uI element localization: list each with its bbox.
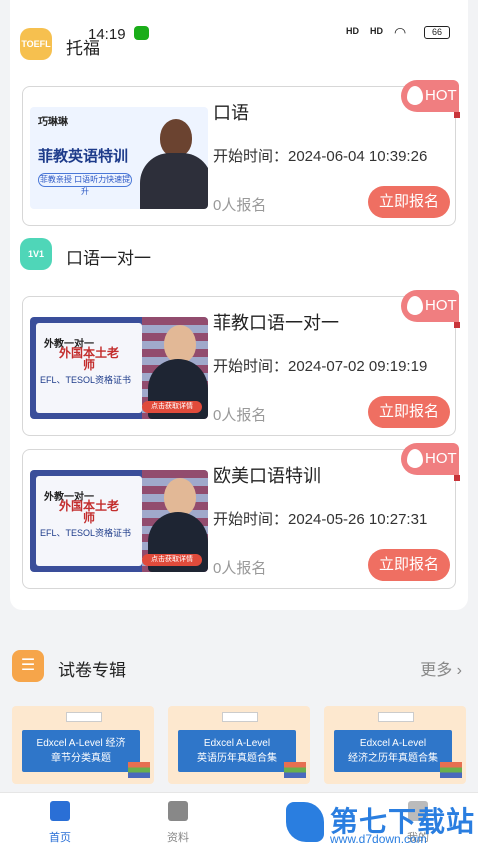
watermark-url: www.d7down.com: [330, 832, 427, 846]
hot-badge: HOT: [401, 290, 460, 328]
promo-line: EFL、TESOL资格证书: [40, 528, 132, 538]
thumbnail-tagline: 菲教亲授 口语听力快速提升: [38, 173, 132, 196]
document-icon: ☰: [12, 650, 44, 682]
tab-materials[interactable]: 资料: [148, 801, 208, 845]
oneonone-badge-icon: 1V1: [20, 238, 52, 270]
section-title: 试卷专辑: [58, 661, 126, 680]
exam-card[interactable]: Edxcel A-Level 经济 章节分类真题: [12, 706, 154, 784]
books-icon: [440, 762, 462, 778]
enroll-count: 0人报名: [213, 197, 267, 214]
promo-panel: 外教一对一 外国本土老师 EFL、TESOL资格证书: [36, 323, 142, 413]
enroll-count: 0人报名: [213, 407, 267, 424]
section-header-toefl[interactable]: TOEFL 托福: [20, 28, 460, 60]
promo-cta: 点击获取详情: [142, 401, 202, 413]
course-thumbnail: 巧琳琳 菲教英语特训 菲教亲授 口语听力快速提升: [30, 107, 208, 209]
course-thumbnail: 外教一对一 外国本土老师 EFL、TESOL资格证书 点击获取详情: [30, 317, 208, 419]
course-thumbnail: 外教一对一 外国本土老师 EFL、TESOL资格证书 点击获取详情: [30, 470, 208, 572]
brand-logo: 巧琳琳: [38, 117, 68, 128]
books-icon: [284, 762, 306, 778]
enroll-count: 0人报名: [213, 560, 267, 577]
enroll-button[interactable]: 立即报名: [368, 186, 450, 218]
teacher-photo: [140, 119, 208, 209]
tab-label: 首页: [49, 832, 71, 844]
brand-logo: [222, 712, 258, 722]
watermark: 第七下载站 www.d7down.com: [282, 796, 478, 850]
course-start-time: 开始时间：2024-07-02 09:19:19: [213, 358, 428, 375]
watermark-logo-icon: [286, 802, 324, 842]
course-title: 欧美口语特训: [213, 466, 321, 486]
exam-card-title: Edxcel A-Level 经济 章节分类真题: [22, 730, 140, 772]
promo-line: EFL、TESOL资格证书: [40, 375, 132, 385]
exam-card[interactable]: Edxcel A-Level 英语历年真题合集: [168, 706, 310, 784]
thumbnail-headline: 菲教英语特训: [38, 148, 129, 165]
books-icon: [128, 762, 150, 778]
section-title: 托福: [66, 39, 100, 58]
course-card[interactable]: 外教一对一 外国本土老师 EFL、TESOL资格证书 点击获取详情 欧美口语特训…: [22, 443, 460, 589]
course-title: 菲教口语一对一: [213, 313, 339, 333]
exam-card-title: Edxcel A-Level 英语历年真题合集: [178, 730, 296, 772]
promo-panel: 外教一对一 外国本土老师 EFL、TESOL资格证书: [36, 476, 142, 566]
book-icon: [168, 801, 188, 821]
hot-badge: HOT: [401, 443, 460, 481]
section-header-oneonone[interactable]: 1V1 口语一对一: [20, 238, 460, 270]
course-card[interactable]: 外教一对一 外国本土老师 EFL、TESOL资格证书 点击获取详情 菲教口语一对…: [22, 290, 460, 436]
section-title: 口语一对一: [66, 249, 151, 268]
toefl-badge-icon: TOEFL: [20, 28, 52, 60]
exam-section-header: ☰ 试卷专辑 更多 ›: [12, 648, 468, 684]
brand-logo: [66, 712, 102, 722]
exam-card-title: Edxcel A-Level 经济之历年真题合集: [334, 730, 452, 772]
flame-icon: [407, 296, 423, 315]
home-icon: [50, 801, 70, 821]
enroll-button[interactable]: 立即报名: [368, 549, 450, 581]
tab-home[interactable]: 首页: [30, 801, 90, 845]
enroll-button[interactable]: 立即报名: [368, 396, 450, 428]
promo-line: 外国本土老师: [58, 346, 119, 372]
brand-logo: [378, 712, 414, 722]
tab-label: 资料: [167, 832, 189, 844]
flame-icon: [407, 449, 423, 468]
more-link[interactable]: 更多 ›: [420, 656, 462, 680]
promo-cta: 点击获取详情: [142, 554, 202, 566]
course-card[interactable]: 巧琳琳 菲教英语特训 菲教亲授 口语听力快速提升 口语 开始时间：2024-06…: [22, 80, 460, 226]
course-start-time: 开始时间：2024-05-26 10:27:31: [213, 511, 428, 528]
exam-card[interactable]: Edxcel A-Level 经济之历年真题合集: [324, 706, 466, 784]
hot-badge: HOT: [401, 80, 460, 118]
promo-line: 外国本土老师: [58, 499, 119, 525]
course-start-time: 开始时间：2024-06-04 10:39:26: [213, 148, 428, 165]
course-title: 口语: [213, 103, 249, 123]
flame-icon: [407, 86, 423, 105]
